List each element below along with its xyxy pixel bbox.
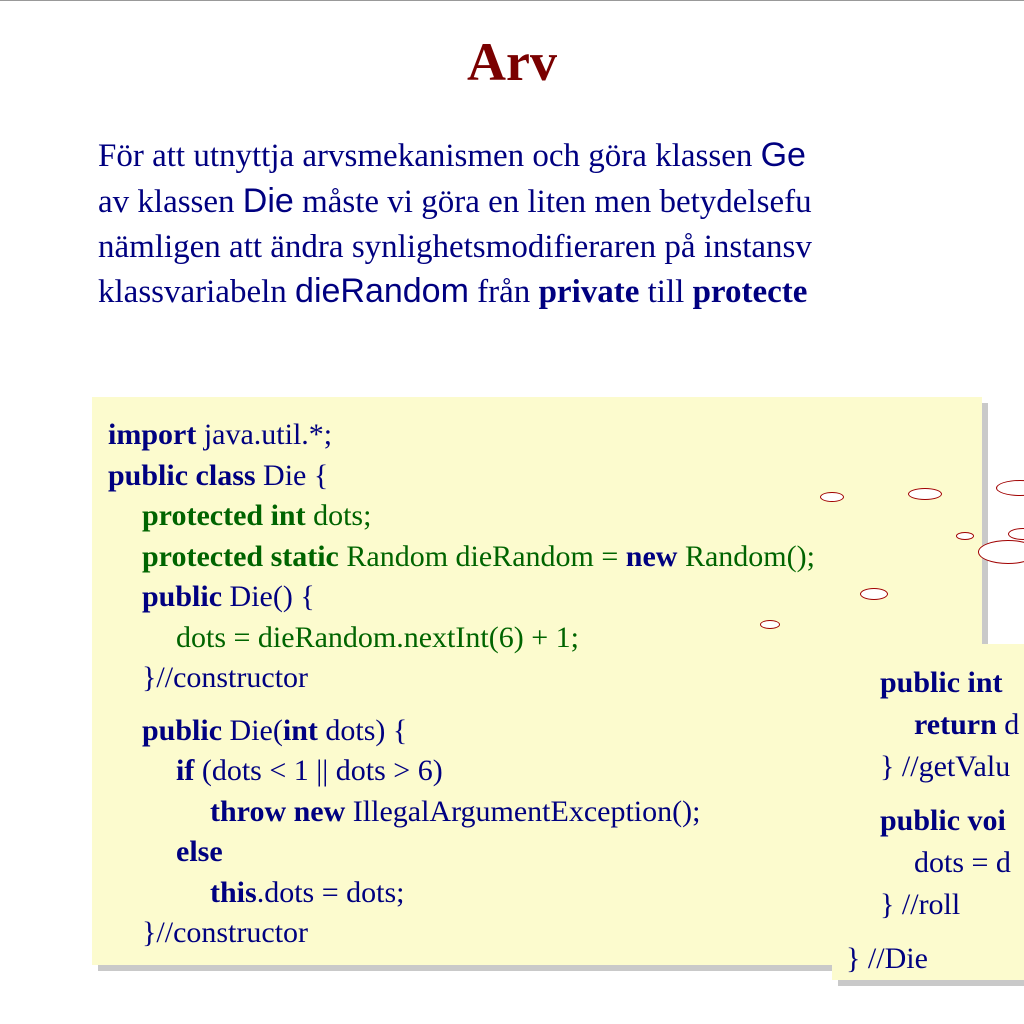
code: } //Die [846,942,928,975]
text-seg: klassvariabeln [98,274,295,310]
code: }//constructor [142,661,308,694]
keyword: int [283,714,318,747]
keyword: throw new [210,795,345,828]
code: Random dieRandom = [339,540,626,573]
code: d [997,708,1020,741]
keyword: return [914,708,997,741]
text-seg: av klassen [98,184,243,220]
code: dots) { [318,714,407,747]
keyword: import [108,418,196,451]
keyword: public [142,580,222,613]
keyword: new [626,540,678,573]
code: dots; [306,499,372,532]
variable-name: dieRandom [295,272,469,310]
keyword: public class [108,459,256,492]
code: Die( [222,714,283,747]
body-paragraph: För att utnyttja arvsmekanismen och göra… [98,133,1004,315]
keyword: if [176,754,194,787]
text-seg: nämligen att ändra synlighetsmodifierare… [98,229,812,265]
code: IllegalArgumentException(); [345,795,700,828]
text-seg: För att utnyttja arvsmekanismen och göra… [98,138,761,174]
keyword: public [142,714,222,747]
keyword-protected: protecte [693,274,808,310]
code: Die { [256,459,329,492]
text-seg: måste vi göra en liten men betydelsefu [294,184,812,220]
keyword: public int [880,666,1003,699]
keyword-private: private [539,274,640,310]
code: } //getValu [880,750,1010,783]
code: java.util.*; [196,418,332,451]
code: (dots < 1 || dots > 6) [194,754,442,787]
text-seg: från [469,274,539,310]
keyword: protected static [142,540,339,573]
code: dots = dieRandom.nextInt(6) + 1; [176,621,579,654]
decoration-ellipses [760,480,1024,650]
slide-title: Arv [0,31,1024,93]
class-name: Die [243,182,294,220]
keyword: public voi [880,804,1006,837]
code: Die() { [222,580,315,613]
keyword: this [210,876,257,909]
code: dots = d [914,846,1011,879]
keyword: protected int [142,499,306,532]
code-block-methods: public int return d } //getValu public v… [832,644,1024,980]
code: }//constructor [142,916,308,949]
keyword: else [176,835,223,868]
class-name: Ge [761,136,806,174]
code: } //roll [880,888,960,921]
text-seg: till [639,274,692,310]
code: .dots = dots; [257,876,405,909]
